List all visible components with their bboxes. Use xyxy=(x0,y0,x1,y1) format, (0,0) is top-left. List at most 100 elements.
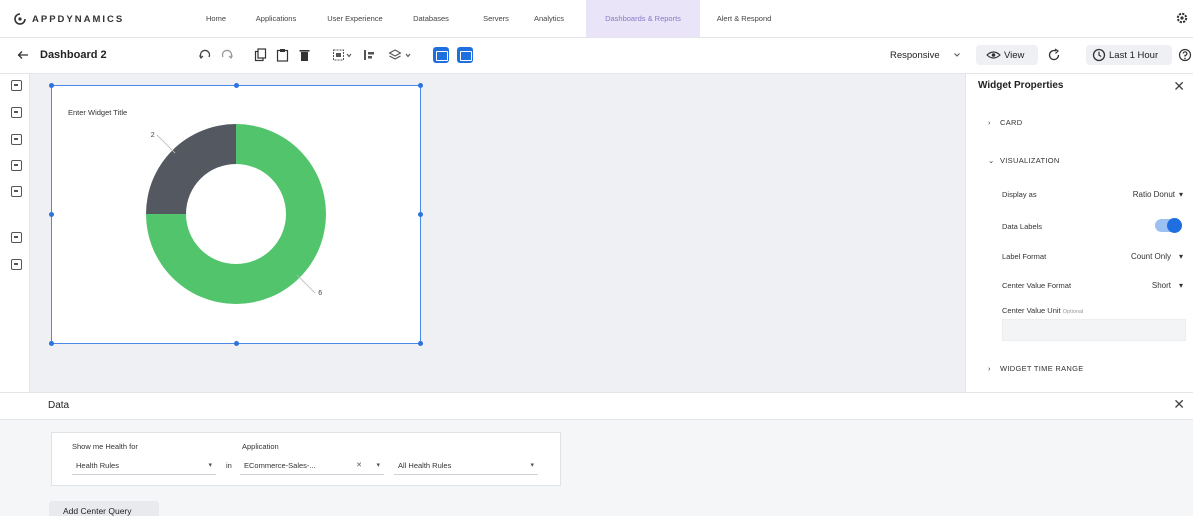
chevron-down-icon: ▾ xyxy=(1178,252,1183,261)
layout-mode-single-button[interactable] xyxy=(433,47,449,63)
graph-widget-icon[interactable] xyxy=(11,134,22,145)
section-time-range-chevron-icon[interactable]: › xyxy=(988,364,991,373)
arrow-left-icon[interactable] xyxy=(16,47,30,63)
nav-user-experience[interactable]: User Experience xyxy=(320,0,390,37)
center-value-unit-input[interactable] xyxy=(1002,319,1186,341)
center-value-unit-label: Center Value Unit xyxy=(1002,306,1061,315)
section-card[interactable]: CARD xyxy=(1000,118,1022,127)
donut-data-label-2: 2 xyxy=(151,132,155,139)
top-navigation-bar: APPDYNAMICS Home Applications User Exper… xyxy=(0,0,1193,38)
section-widget-time-range[interactable]: WIDGET TIME RANGE xyxy=(1000,364,1084,373)
delete-icon[interactable] xyxy=(298,47,311,63)
view-label: View xyxy=(1004,50,1025,61)
resize-handle-top-right[interactable] xyxy=(418,83,423,88)
resize-handle-top[interactable] xyxy=(234,83,239,88)
nav-databases[interactable]: Databases xyxy=(406,0,456,37)
health-widget-icon[interactable] xyxy=(11,107,22,118)
donut-widget[interactable]: Enter Widget Title 26 xyxy=(49,83,423,346)
refresh-icon[interactable] xyxy=(1047,47,1061,63)
undo-icon[interactable] xyxy=(198,47,212,63)
image-widget-icon[interactable] xyxy=(11,259,22,270)
chevron-down-icon: ▾ xyxy=(208,462,212,469)
widget-palette xyxy=(0,74,30,394)
nav-analytics[interactable]: Analytics xyxy=(528,0,570,37)
center-value-format-select[interactable]: Short xyxy=(1152,281,1171,290)
in-label: in xyxy=(226,461,232,470)
layout-mode-split-button[interactable] xyxy=(457,47,473,63)
responsive-dropdown[interactable]: Responsive xyxy=(890,50,940,61)
query-row: Show me Health for Application Health Ru… xyxy=(51,432,561,486)
resize-handle-bottom[interactable] xyxy=(234,341,239,346)
add-center-query-button[interactable]: Add Center Query xyxy=(49,501,159,516)
eye-icon xyxy=(986,51,1001,59)
resize-handle-bottom-left[interactable] xyxy=(49,341,54,346)
paste-icon[interactable] xyxy=(276,47,289,63)
close-icon[interactable]: ✕ xyxy=(1173,396,1185,413)
nav-applications[interactable]: Applications xyxy=(246,0,306,37)
section-visualization[interactable]: VISUALIZATION xyxy=(1000,156,1060,165)
data-panel: Data ✕ Show me Health for Application He… xyxy=(0,392,1193,516)
clock-icon xyxy=(1092,48,1106,62)
show-me-label: Show me Health for xyxy=(72,442,138,451)
chevron-down-icon[interactable] xyxy=(953,50,961,60)
display-as-label: Display as xyxy=(1002,190,1037,199)
close-icon[interactable]: ✕ xyxy=(1173,78,1185,95)
application-select[interactable]: ECommerce-Sales-... ✕ ▾ xyxy=(240,457,384,475)
section-visualization-chevron-icon[interactable]: ⌄ xyxy=(988,156,995,165)
time-range-label: Last 1 Hour xyxy=(1109,50,1159,61)
donut-data-label-6: 6 xyxy=(318,290,322,297)
application-label: Application xyxy=(242,442,279,451)
gear-icon[interactable] xyxy=(1175,11,1189,25)
copy-icon[interactable] xyxy=(254,47,267,63)
nav-dashboards-reports[interactable]: Dashboards & Reports xyxy=(586,0,700,37)
table-widget-icon[interactable] xyxy=(11,186,22,197)
center-value-unit-row: Center Value Unit Optional xyxy=(1002,306,1183,315)
data-labels-label: Data Labels xyxy=(1002,222,1043,231)
health-rules-select[interactable]: All Health Rules ▾ xyxy=(394,457,538,475)
data-labels-row: Data Labels xyxy=(1002,218,1183,233)
donut-label-leader-2 xyxy=(156,134,176,154)
center-value-format-label: Center Value Format xyxy=(1002,281,1072,290)
dashboard-toolbar: Dashboard 2 Responsive View Last 1 Hour xyxy=(0,38,1193,74)
health-rules-value: All Health Rules xyxy=(398,461,452,470)
distribute-icon[interactable] xyxy=(362,47,384,63)
donut-chart: 26 xyxy=(146,124,326,304)
chevron-down-icon: ▾ xyxy=(1178,190,1183,199)
nav-servers[interactable]: Servers xyxy=(474,0,518,37)
optional-hint: Optional xyxy=(1062,309,1084,315)
clear-icon[interactable]: ✕ xyxy=(356,457,362,475)
logo[interactable]: APPDYNAMICS xyxy=(14,13,124,25)
chevron-down-icon: ▾ xyxy=(376,462,380,469)
section-card-chevron-icon[interactable]: › xyxy=(988,118,991,127)
logo-text: APPDYNAMICS xyxy=(32,13,125,25)
health-type-value: Health Rules xyxy=(76,461,119,470)
dashboard-canvas[interactable]: Enter Widget Title 26 xyxy=(30,74,965,392)
resize-handle-bottom-right[interactable] xyxy=(418,341,423,346)
label-format-row: Label Format Count Only ▾ xyxy=(1002,252,1183,261)
label-format-select[interactable]: Count Only xyxy=(1131,252,1171,261)
status-widget-icon[interactable] xyxy=(11,160,22,171)
help-icon[interactable] xyxy=(1178,47,1192,63)
dashboard-title[interactable]: Dashboard 2 xyxy=(40,49,107,61)
nav-alert-respond[interactable]: Alert & Respond xyxy=(708,0,780,37)
metric-widget-icon[interactable] xyxy=(11,80,22,91)
text-widget-icon[interactable] xyxy=(11,232,22,243)
center-value-format-row: Center Value Format Short ▾ xyxy=(1002,281,1183,290)
resize-handle-left[interactable] xyxy=(49,212,54,217)
nav-home[interactable]: Home xyxy=(196,0,236,37)
layers-dropdown-icon[interactable] xyxy=(388,47,414,63)
properties-title: Widget Properties xyxy=(978,80,1064,91)
data-labels-toggle[interactable] xyxy=(1155,218,1182,233)
widget-properties-panel: Widget Properties ✕ › CARD ⌄ VISUALIZATI… xyxy=(965,74,1193,392)
appdynamics-logo-icon xyxy=(14,13,26,25)
label-format-label: Label Format xyxy=(1002,252,1047,261)
resize-handle-top-left[interactable] xyxy=(49,83,54,88)
health-type-select[interactable]: Health Rules ▾ xyxy=(72,457,216,475)
donut-label-leader-6 xyxy=(296,274,316,294)
display-as-row: Display as Ratio Donut ▾ xyxy=(1002,190,1183,199)
redo-icon[interactable] xyxy=(220,47,234,63)
display-as-select[interactable]: Ratio Donut xyxy=(1133,190,1175,199)
resize-handle-right[interactable] xyxy=(418,212,423,217)
align-dropdown-icon[interactable] xyxy=(332,47,354,63)
data-panel-header: Data ✕ xyxy=(0,393,1193,420)
